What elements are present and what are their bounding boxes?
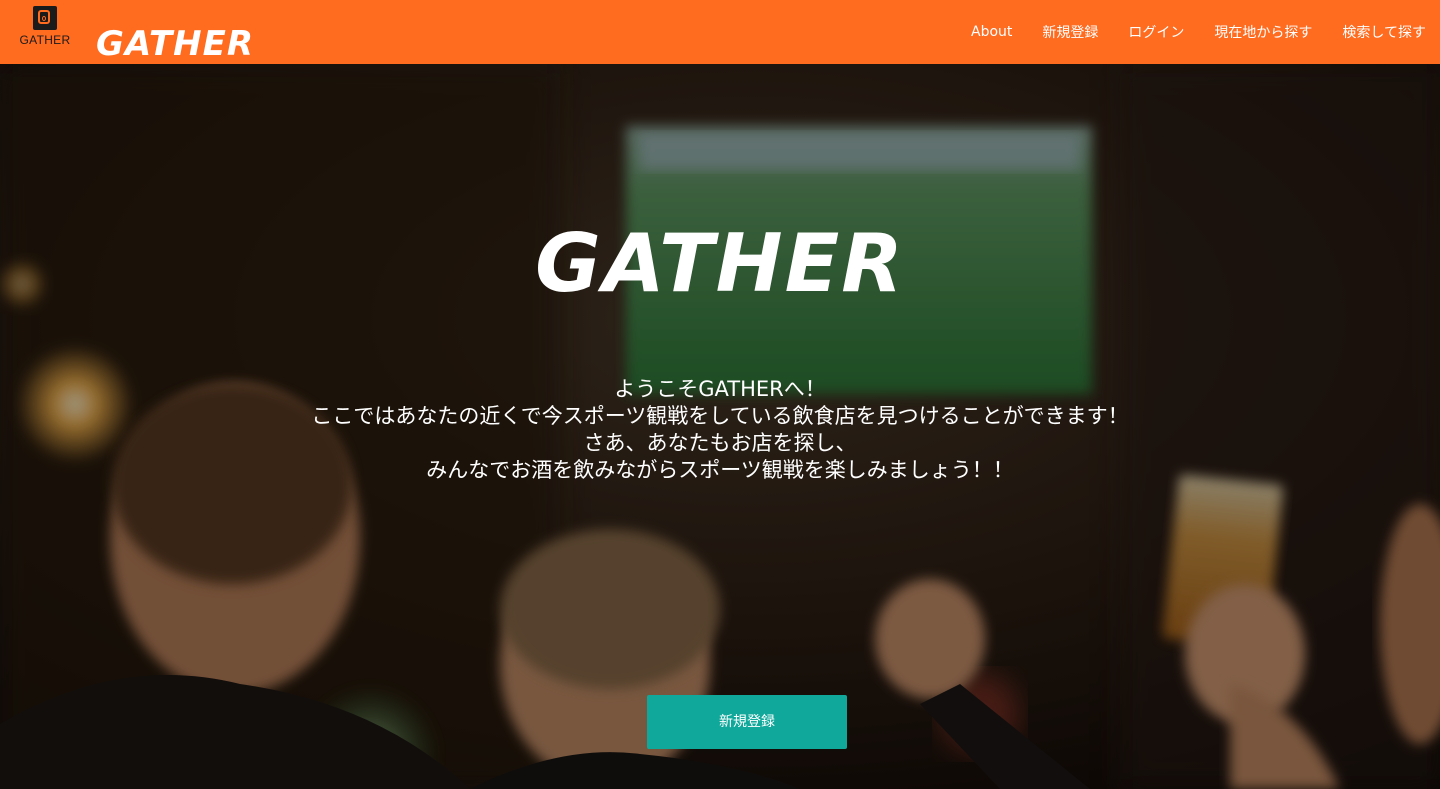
beer-glass-logo-icon <box>33 6 57 30</box>
hero-message-line: さあ、あなたもお店を探し、 <box>583 431 857 455</box>
hero-section: GATHER ようこそGATHERへ！ ここではあなたの近くで今スポーツ観戦をし… <box>0 64 1440 789</box>
nav-link-search[interactable]: 検索して探す <box>1342 22 1426 42</box>
logo-text: GATHER <box>19 33 71 47</box>
hero-message-line: ここではあなたの近くで今スポーツ観戦をしている飲食店を見つけることができます！ <box>311 404 1129 428</box>
nav-link-signup[interactable]: 新規登録 <box>1042 22 1098 42</box>
brand-title[interactable]: GATHER <box>96 22 254 66</box>
logo[interactable]: GATHER <box>14 6 76 50</box>
hero-welcome-message: ようこそGATHERへ！ ここではあなたの近くで今スポーツ観戦をしている飲食店を… <box>0 376 1440 484</box>
nav-link-search-nearby[interactable]: 現在地から探す <box>1214 22 1312 42</box>
hero-title: GATHER <box>535 216 905 310</box>
nav-link-login[interactable]: ログイン <box>1128 22 1184 42</box>
signup-button[interactable]: 新規登録 <box>647 695 847 749</box>
hero-message-line: みんなでお酒を飲みながらスポーツ観戦を楽しみましょう！！ <box>426 458 1014 482</box>
nav-link-about[interactable]: About <box>971 24 1012 40</box>
main-nav: About 新規登録 ログイン 現在地から探す 検索して探す <box>971 0 1426 64</box>
top-navbar: GATHER GATHER About 新規登録 ログイン 現在地から探す 検索… <box>0 0 1440 64</box>
hero-message-line: ようこそGATHERへ！ <box>614 377 826 401</box>
landing-page: GATHER GATHER About 新規登録 ログイン 現在地から探す 検索… <box>0 0 1440 789</box>
